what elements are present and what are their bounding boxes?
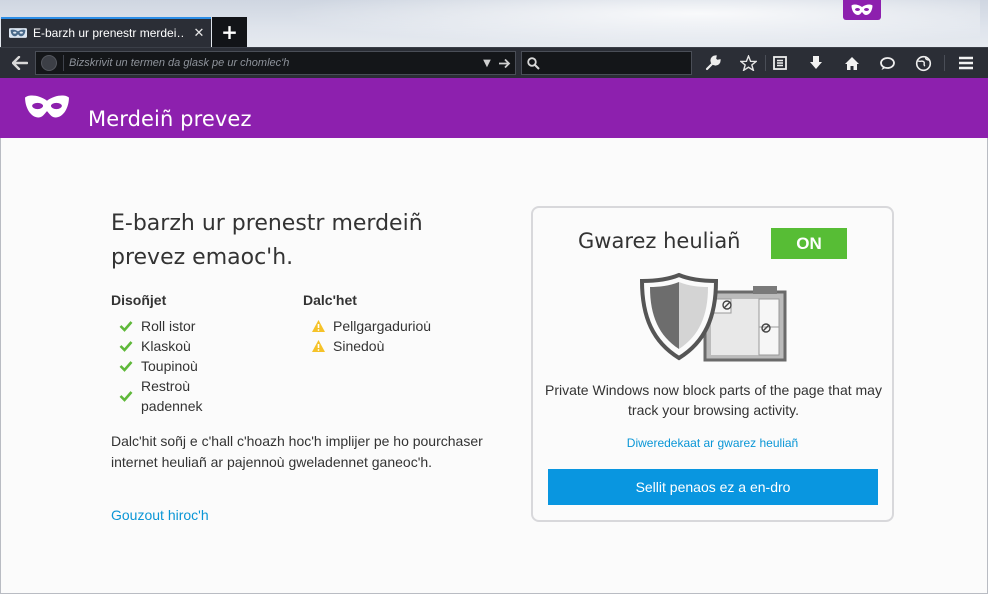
private-browsing-content: E-barzh ur prenestr merdeiñ prevez emaoc… (0, 138, 988, 594)
downloads-icon[interactable] (804, 52, 828, 74)
tracking-protection-toggle[interactable]: ON (771, 228, 847, 259)
tab-close-icon[interactable]: ✕ (191, 26, 207, 41)
tracking-protection-description: Private Windows now block parts of the p… (545, 382, 882, 418)
list-item-label: Pellgargaduriou̇ (333, 318, 432, 334)
tracking-protection-card: Gwarez heuliañ ON Private Windows now bl… (531, 206, 894, 522)
tracking-protection-title: Gwarez heuliañ (578, 229, 741, 253)
url-bar[interactable]: ▼ (35, 51, 516, 75)
private-mask-icon (24, 94, 70, 124)
search-icon[interactable] (522, 56, 545, 70)
toolbar-separator (944, 55, 945, 71)
go-arrow-icon[interactable] (495, 58, 513, 69)
title-bar: E-barzh ur prenestr merdei… ✕ + (0, 0, 988, 47)
list-item: Restroù padennek (119, 376, 231, 416)
saved-list: Pellgargaduriou̇ Sinedoù (311, 316, 463, 356)
not-saved-heading: Disoñjet (111, 292, 167, 308)
toolbar-separator (765, 55, 766, 71)
checkmark-icon (119, 356, 141, 376)
menu-icon[interactable] (954, 52, 978, 74)
home-icon[interactable] (840, 52, 864, 74)
checkmark-icon (119, 316, 141, 336)
navigation-toolbar: ▼ (0, 47, 988, 78)
mask-icon (851, 4, 873, 15)
checkmark-icon (119, 376, 141, 416)
new-tab-button[interactable]: + (212, 17, 247, 47)
warning-icon (311, 316, 333, 336)
globe-icon[interactable] (911, 52, 935, 74)
list-item: Klaskoù (119, 336, 231, 356)
history-dropdown-icon[interactable]: ▼ (479, 58, 495, 69)
tracking-notice: Dalc'hit soñj e c'hall c'hoazh hoc'h imp… (111, 433, 483, 470)
url-input[interactable] (64, 52, 479, 74)
back-arrow-icon (12, 56, 28, 70)
list-item: Toupinoù (119, 356, 231, 376)
search-input[interactable] (545, 52, 691, 74)
list-item: Pellgargaduriou̇ (311, 316, 463, 336)
tracking-protection-shield-icon (639, 272, 787, 362)
back-button[interactable] (6, 51, 34, 75)
main-heading: E-barzh ur prenestr merdeiñ prevez emaoc… (111, 211, 423, 270)
bookmark-star-icon[interactable] (736, 52, 760, 74)
private-tab-favicon-icon (9, 26, 27, 40)
checkmark-icon (119, 336, 141, 356)
not-saved-list: Roll istor Klaskoù Toupinoù Restroù pade… (119, 316, 231, 416)
tab-title: E-barzh ur prenestr merdei… (33, 26, 183, 40)
list-item: Sinedoù (311, 336, 463, 356)
site-identity-icon[interactable] (41, 55, 57, 71)
disable-tracking-protection-link[interactable]: Diweredekaat ar gwarez heuliañ (533, 436, 892, 450)
reading-list-icon[interactable] (768, 52, 792, 74)
chat-icon[interactable] (875, 52, 899, 74)
list-item-label: Restroù padennek (141, 378, 203, 414)
tour-button[interactable]: Sellit penaos ez a en-dro (548, 469, 878, 505)
learn-more-link[interactable]: Gouzout hiroc'h (111, 507, 209, 523)
search-bar[interactable] (521, 51, 692, 75)
private-browsing-indicator (843, 0, 881, 20)
list-item-label: Klaskoù (141, 338, 191, 354)
page-title: Merdeiñ prevez (88, 107, 252, 132)
list-item-label: Toupinoù (141, 358, 198, 374)
saved-heading: Dalc'het (303, 292, 357, 308)
wrench-icon[interactable] (701, 52, 725, 74)
tab-private-browsing[interactable]: E-barzh ur prenestr merdei… ✕ (1, 17, 211, 47)
warning-icon (311, 336, 333, 356)
list-item: Roll istor (119, 316, 231, 336)
private-browsing-header: Merdeiñ prevez (0, 78, 988, 138)
list-item-label: Roll istor (141, 318, 196, 334)
list-item-label: Sinedoù (333, 338, 385, 354)
